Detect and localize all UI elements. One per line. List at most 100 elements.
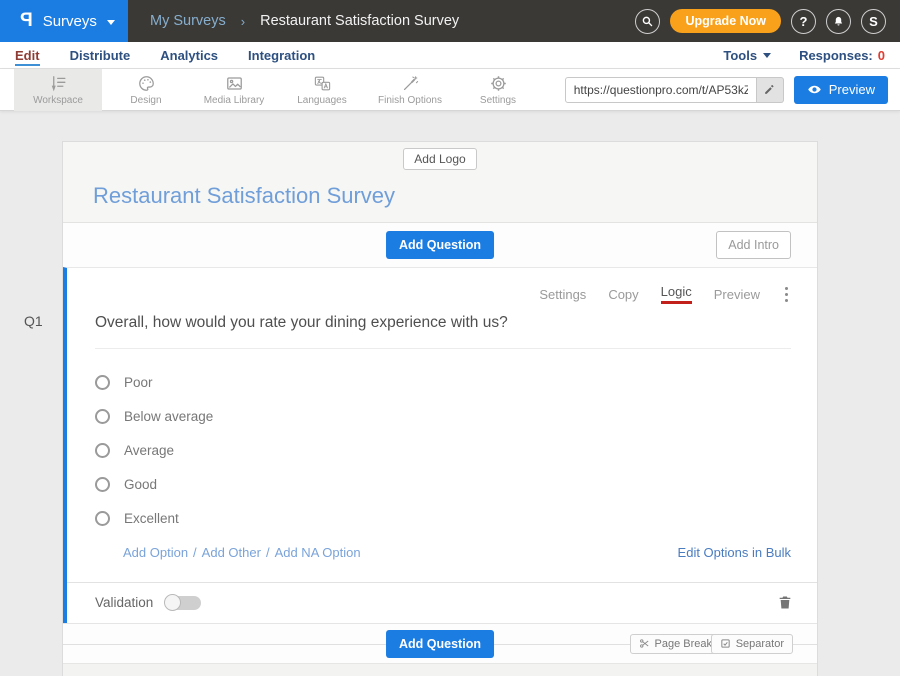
toolbar-item-media-library[interactable]: Media Library <box>190 69 278 111</box>
add-na-option-link[interactable]: Add NA Option <box>275 545 361 560</box>
page-break-label: Page Break <box>655 638 712 650</box>
bell-icon <box>832 15 845 28</box>
tools-label: Tools <box>723 48 757 63</box>
toolbar-item-workspace[interactable]: Workspace <box>14 69 102 111</box>
workspace-list-icon <box>49 74 68 93</box>
chevron-down-icon <box>107 20 115 25</box>
eye-icon <box>807 82 822 97</box>
breadcrumb-current-survey: Restaurant Satisfaction Survey <box>260 13 459 29</box>
toolbar-label: Languages <box>297 95 347 106</box>
gear-icon <box>489 74 508 93</box>
option-label[interactable]: Poor <box>124 375 153 390</box>
top-bar: P Surveys My Surveys › Restaurant Satisf… <box>0 0 900 42</box>
validation-label: Validation <box>95 595 153 610</box>
scissors-icon <box>639 638 650 649</box>
responses-count: 0 <box>878 48 885 63</box>
toolbar-label: Media Library <box>204 95 265 106</box>
questionpro-logo-icon: P <box>20 10 33 32</box>
add-question-row-top: Add Question Add Intro <box>63 223 817 267</box>
add-other-link[interactable]: Add Other <box>202 545 261 560</box>
tab-distribute[interactable]: Distribute <box>70 48 131 63</box>
toolbar-label: Settings <box>480 95 516 106</box>
answer-option-row: Average <box>95 443 817 458</box>
toolbar-item-languages[interactable]: Languages <box>278 69 366 111</box>
radio-button[interactable] <box>95 375 110 390</box>
tab-integration[interactable]: Integration <box>248 48 315 63</box>
help-button[interactable]: ? <box>791 9 816 34</box>
separator-button[interactable]: Separator <box>711 634 793 654</box>
answer-option-row: Good <box>95 477 817 492</box>
survey-url-group <box>565 77 784 103</box>
option-links-row: Add Option / Add Other / Add NA Option E… <box>123 545 791 582</box>
tab-list: Edit Distribute Analytics Integration <box>15 48 315 63</box>
add-intro-button[interactable]: Add Intro <box>716 231 791 259</box>
add-option-link[interactable]: Add Option <box>123 545 188 560</box>
breadcrumb: My Surveys › Restaurant Satisfaction Sur… <box>150 13 459 29</box>
search-button[interactable] <box>635 9 660 34</box>
add-logo-button[interactable]: Add Logo <box>403 148 476 170</box>
tools-dropdown[interactable]: Tools <box>723 48 771 63</box>
option-label[interactable]: Average <box>124 443 174 458</box>
search-icon <box>641 15 654 28</box>
link-separator: / <box>193 545 197 560</box>
page-break-button[interactable]: Page Break <box>630 634 721 654</box>
validation-toggle[interactable] <box>165 596 201 610</box>
account-avatar[interactable]: S <box>861 9 886 34</box>
radio-button[interactable] <box>95 443 110 458</box>
option-label[interactable]: Excellent <box>124 511 179 526</box>
edit-options-in-bulk-link[interactable]: Edit Options in Bulk <box>678 545 791 560</box>
delete-question-button[interactable] <box>777 594 793 611</box>
tab-edit[interactable]: Edit <box>15 48 40 63</box>
nav-right: Tools Responses: 0 <box>723 48 885 63</box>
toolbar-item-design[interactable]: Design <box>102 69 190 111</box>
add-question-row-bottom: Add Question Page Break Separator <box>63 623 817 663</box>
add-question-button-top[interactable]: Add Question <box>386 231 494 259</box>
preview-label: Preview <box>829 82 875 97</box>
question-more-menu-icon[interactable] <box>782 285 791 304</box>
validation-row: Validation <box>67 582 817 623</box>
radio-button[interactable] <box>95 511 110 526</box>
answer-options-list: Poor Below average Average Good Excellen… <box>95 375 817 526</box>
notifications-button[interactable] <box>826 9 851 34</box>
question-actions: Settings Copy Logic Preview <box>67 268 817 304</box>
magic-wand-icon <box>401 74 420 93</box>
radio-button[interactable] <box>95 409 110 424</box>
translate-icon <box>313 74 332 93</box>
questionpro-surveys-menu[interactable]: P Surveys <box>0 0 128 42</box>
next-section-strip <box>63 663 817 676</box>
preview-button[interactable]: Preview <box>794 76 888 104</box>
workspace-toolbar: Workspace Design Media Library Languages… <box>0 69 900 111</box>
edit-url-button[interactable] <box>757 77 784 103</box>
question-logic-link[interactable]: Logic <box>661 284 692 304</box>
survey-card: Add Logo Restaurant Satisfaction Survey … <box>62 141 818 676</box>
radio-button[interactable] <box>95 477 110 492</box>
question-text[interactable]: Overall, how would you rate your dining … <box>95 314 791 349</box>
toolbar-item-settings[interactable]: Settings <box>454 69 542 111</box>
responses-counter[interactable]: Responses: 0 <box>799 48 885 63</box>
option-label[interactable]: Good <box>124 477 157 492</box>
answer-option-row: Excellent <box>95 511 817 526</box>
question-preview-link[interactable]: Preview <box>714 287 760 302</box>
link-separator: / <box>266 545 270 560</box>
survey-title[interactable]: Restaurant Satisfaction Survey <box>93 183 817 209</box>
survey-editor-canvas: Q1 Add Logo Restaurant Satisfaction Surv… <box>0 111 900 676</box>
responses-label: Responses: <box>799 48 873 63</box>
option-label[interactable]: Below average <box>124 409 213 424</box>
checkbox-icon <box>720 638 731 649</box>
answer-option-row: Poor <box>95 375 817 390</box>
palette-icon <box>137 74 156 93</box>
tab-analytics[interactable]: Analytics <box>160 48 218 63</box>
answer-option-row: Below average <box>95 409 817 424</box>
toggle-knob <box>164 594 181 611</box>
add-question-button-bottom[interactable]: Add Question <box>386 630 494 658</box>
breadcrumb-my-surveys[interactable]: My Surveys <box>150 13 226 29</box>
survey-header-section: Add Logo Restaurant Satisfaction Survey <box>63 142 817 223</box>
question-settings-link[interactable]: Settings <box>539 287 586 302</box>
upgrade-now-button[interactable]: Upgrade Now <box>670 9 781 33</box>
question-copy-link[interactable]: Copy <box>608 287 638 302</box>
breadcrumb-separator-icon: › <box>241 14 245 29</box>
survey-url-input[interactable] <box>565 77 757 103</box>
question-mark-icon: ? <box>800 14 808 29</box>
toolbar-item-finish-options[interactable]: Finish Options <box>366 69 454 111</box>
toolbar-label: Design <box>130 95 161 106</box>
